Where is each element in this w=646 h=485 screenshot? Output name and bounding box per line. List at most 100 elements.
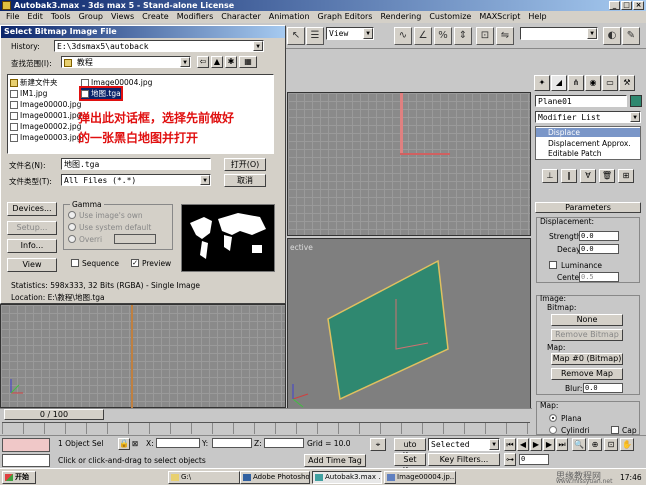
play-icon[interactable]: ▶ <box>530 438 542 451</box>
maxscript-listener[interactable] <box>2 438 50 452</box>
list-item[interactable]: Image00002.jpg <box>10 121 81 132</box>
filename-input[interactable]: 地图.tga <box>61 158 211 170</box>
select-by-name-icon[interactable]: ☰ <box>306 27 324 45</box>
view-menu-icon[interactable]: ▦ <box>239 56 257 68</box>
list-item[interactable]: IM1.jpg <box>10 88 47 99</box>
motion-tab-icon[interactable]: ◉ <box>585 75 601 91</box>
menu-item-help[interactable]: Help <box>528 11 546 23</box>
maxscript-mini-listener[interactable] <box>2 454 50 467</box>
menu-item-tools[interactable]: Tools <box>51 11 71 23</box>
key-mode-toggle-icon[interactable]: ⊶ <box>504 453 516 466</box>
current-frame-field[interactable]: 0 <box>519 454 549 465</box>
go-to-end-icon[interactable]: ⏭ <box>556 438 568 451</box>
mirror-icon[interactable]: ⇋ <box>496 27 514 45</box>
named-selection-set-dropdown[interactable]: ▼ <box>520 27 598 40</box>
menu-item-maxscript[interactable]: MAXScript <box>479 11 520 23</box>
file-list[interactable]: 新建文件夹 IM1.jpg Image00000.jpg Image00001.… <box>7 74 274 154</box>
next-frame-icon[interactable]: ▶ <box>543 438 555 451</box>
track-bar[interactable] <box>2 422 530 434</box>
cylindrical-radio[interactable] <box>549 426 557 434</box>
minimize-button[interactable]: _ <box>609 1 620 10</box>
perspective-viewport[interactable]: ective <box>287 238 531 412</box>
make-unique-icon[interactable]: ∀ <box>580 169 596 183</box>
list-item[interactable]: Image00001.jpg <box>10 110 81 121</box>
menu-item-character[interactable]: Character <box>221 11 261 23</box>
modifier-list-dropdown[interactable]: Modifier List ▼ <box>535 111 641 123</box>
menu-item-edit[interactable]: Edit <box>27 11 43 23</box>
object-color-swatch[interactable] <box>630 95 642 107</box>
taskbar-photoshop[interactable]: Adobe Photoshop <box>240 471 310 484</box>
stack-item-displacement-approx[interactable]: Displacement Approx. <box>536 139 631 148</box>
named-selection-icon[interactable]: ⊡ <box>476 27 494 45</box>
blur-spinner[interactable]: 0.0 <box>583 383 623 393</box>
zoom-icon[interactable]: 🔍 <box>572 438 586 451</box>
go-to-start-icon[interactable]: ⏮ <box>504 438 516 451</box>
taskbar-3dsmax[interactable]: Autobak3.max ... <box>312 471 382 484</box>
select-object-icon[interactable]: ↖ <box>287 27 305 45</box>
y-coordinate-field[interactable] <box>212 438 252 448</box>
material-editor-icon[interactable]: ◐ <box>603 27 621 45</box>
reference-coordinate-dropdown[interactable]: View ▼ <box>326 27 374 40</box>
x-coordinate-field[interactable] <box>156 438 200 448</box>
key-mode-dropdown[interactable]: Selected ▼ <box>428 438 500 451</box>
up-folder-icon[interactable]: ▲ <box>211 56 223 68</box>
cancel-button[interactable]: 取消 <box>224 174 266 187</box>
list-item[interactable]: Image00003.jpg <box>10 132 81 143</box>
add-time-tag-button[interactable]: Add Time Tag <box>304 454 366 467</box>
decay-spinner[interactable]: 0.0 <box>579 244 619 254</box>
time-config-icon[interactable]: ⌖ <box>370 438 386 451</box>
list-item[interactable]: Image00004.jpg <box>81 77 152 88</box>
parameters-rollout-header[interactable]: Parameters <box>535 202 641 213</box>
display-tab-icon[interactable]: ▭ <box>602 75 618 91</box>
start-button[interactable]: 开始 <box>2 471 36 484</box>
open-button[interactable]: 打开(O) <box>224 158 266 171</box>
new-folder-icon[interactable]: ✱ <box>225 56 237 68</box>
menu-item-graph-editors[interactable]: Graph Editors <box>318 11 373 23</box>
stack-item-displace[interactable]: Displace <box>536 128 640 137</box>
back-icon[interactable]: ⇦ <box>197 56 209 68</box>
taskbar-explorer[interactable]: G:\ <box>168 471 240 484</box>
pin-stack-icon[interactable]: ⊥ <box>542 169 558 183</box>
taskbar-image-viewer[interactable]: Image00004.jp... <box>384 471 456 484</box>
list-item[interactable]: Image00000.jpg <box>10 99 81 110</box>
absolute-mode-icon[interactable]: ⊠ <box>132 439 138 448</box>
auto-key-button[interactable]: uto Key <box>394 438 426 460</box>
view-button[interactable]: View <box>7 258 57 272</box>
selected-file-item[interactable]: 地图.tga <box>79 86 123 101</box>
modify-tab-icon[interactable]: ◢ <box>551 75 567 91</box>
create-tab-icon[interactable]: ✦ <box>534 75 550 91</box>
zoom-extents-icon[interactable]: ⊡ <box>604 438 618 451</box>
object-name-field[interactable]: Plane01 <box>535 95 627 107</box>
hierarchy-tab-icon[interactable]: ⋔ <box>568 75 584 91</box>
configure-sets-icon[interactable]: ⊞ <box>618 169 634 183</box>
info-button[interactable]: Info... <box>7 239 57 253</box>
strength-spinner[interactable]: 0.0 <box>579 231 619 241</box>
spinner-snap-icon[interactable]: ⇕ <box>454 27 472 45</box>
set-key-button[interactable]: Set Key <box>394 453 426 475</box>
utilities-tab-icon[interactable]: ⚒ <box>619 75 635 91</box>
filetype-dropdown[interactable]: All Files (*.*) ▼ <box>61 174 211 186</box>
time-slider[interactable]: 0 / 100 <box>4 409 104 420</box>
remove-modifier-icon[interactable]: 🗑 <box>599 169 615 183</box>
map-button[interactable]: Map #0 (Bitmap) <box>551 353 623 365</box>
percent-snap-icon[interactable]: % <box>434 27 452 45</box>
key-filters-button[interactable]: Key Filters... <box>428 453 500 466</box>
menu-item-group[interactable]: Group <box>79 11 103 23</box>
stack-item-editable-patch[interactable]: Editable Patch <box>536 149 602 158</box>
maximize-button[interactable]: □ <box>621 1 632 10</box>
list-item[interactable]: 新建文件夹 <box>10 77 58 88</box>
z-coordinate-field[interactable] <box>264 438 304 448</box>
lookin-dropdown[interactable]: 教程 ▼ <box>61 56 191 68</box>
luminance-checkbox[interactable] <box>549 261 557 269</box>
zoom-all-icon[interactable]: ⊕ <box>588 438 602 451</box>
pan-icon[interactable]: ✋ <box>620 438 634 451</box>
planar-radio[interactable] <box>549 414 557 422</box>
left-viewport[interactable] <box>0 304 286 409</box>
menu-item-animation[interactable]: Animation <box>269 11 310 23</box>
history-dropdown[interactable]: E:\3dsmax5\autoback ▼ <box>54 40 264 52</box>
menu-item-customize[interactable]: Customize <box>429 11 471 23</box>
menu-item-modifiers[interactable]: Modifiers <box>177 11 214 23</box>
menu-item-rendering[interactable]: Rendering <box>380 11 421 23</box>
sequence-checkbox[interactable] <box>71 259 79 267</box>
snap-icon[interactable]: ∿ <box>394 27 412 45</box>
